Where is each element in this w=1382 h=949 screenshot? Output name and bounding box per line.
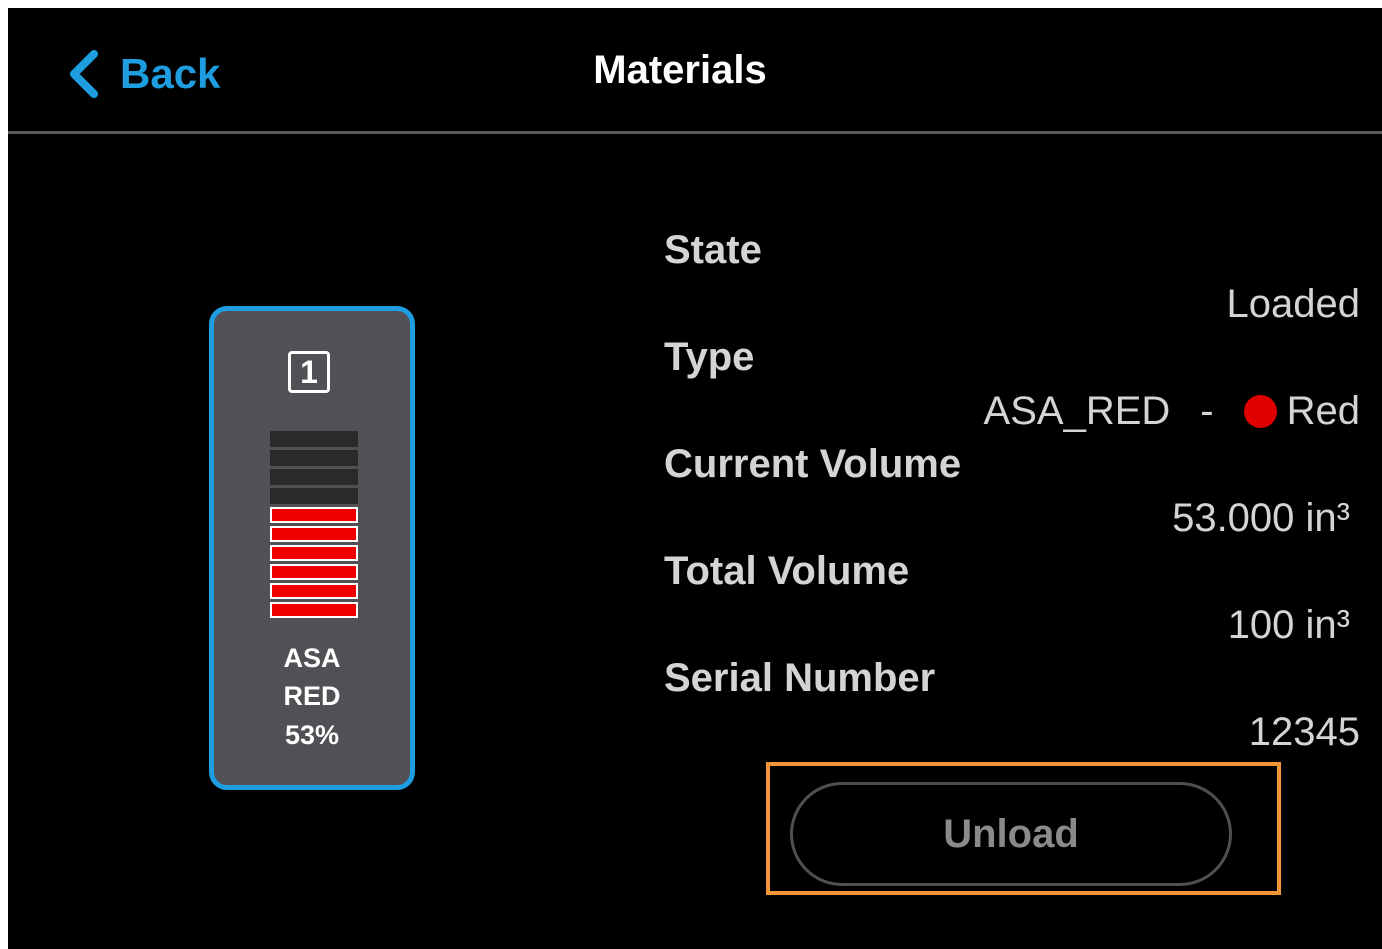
material-level-gauge bbox=[270, 431, 358, 621]
materials-screen: Back Materials 1 ASA RED 53% State Loade… bbox=[8, 8, 1382, 949]
current-volume-value: 53.000 in³ bbox=[1172, 496, 1350, 540]
current-volume-label: Current Volume bbox=[664, 442, 962, 486]
state-label: State bbox=[664, 228, 762, 272]
header-bar: Back Materials bbox=[8, 8, 1382, 134]
total-volume-value: 100 in³ bbox=[1227, 603, 1350, 647]
total-volume-label: Total Volume bbox=[664, 549, 910, 593]
state-value: Loaded bbox=[1226, 282, 1360, 326]
level-bar bbox=[270, 583, 358, 599]
cartridge-percent-label: 53% bbox=[284, 720, 340, 750]
level-bar bbox=[270, 602, 358, 618]
unload-button[interactable]: Unload bbox=[790, 782, 1232, 886]
type-value: ASA_RED bbox=[983, 389, 1171, 433]
level-bar bbox=[270, 431, 358, 447]
cartridge-material-label: ASA bbox=[283, 643, 341, 673]
level-bar bbox=[270, 564, 358, 580]
page-title: Materials bbox=[593, 48, 767, 92]
level-bar bbox=[270, 469, 358, 485]
material-cartridge[interactable]: 1 ASA RED 53% bbox=[209, 306, 415, 790]
level-bar bbox=[270, 488, 358, 504]
cartridge-color-label: RED bbox=[283, 681, 341, 711]
level-bar bbox=[270, 526, 358, 542]
type-value-row: ASA_RED - Red bbox=[984, 389, 1360, 434]
color-name: Red bbox=[1286, 389, 1360, 433]
type-separator: - bbox=[1200, 389, 1214, 433]
level-bar bbox=[270, 507, 358, 523]
slot-number-badge: 1 bbox=[288, 351, 330, 393]
type-label: Type bbox=[664, 335, 755, 379]
color-swatch-icon bbox=[1243, 395, 1277, 428]
level-bar bbox=[270, 545, 358, 561]
serial-number-value: 12345 bbox=[1248, 710, 1360, 754]
serial-number-label: Serial Number bbox=[664, 656, 936, 700]
level-bar bbox=[270, 450, 358, 466]
